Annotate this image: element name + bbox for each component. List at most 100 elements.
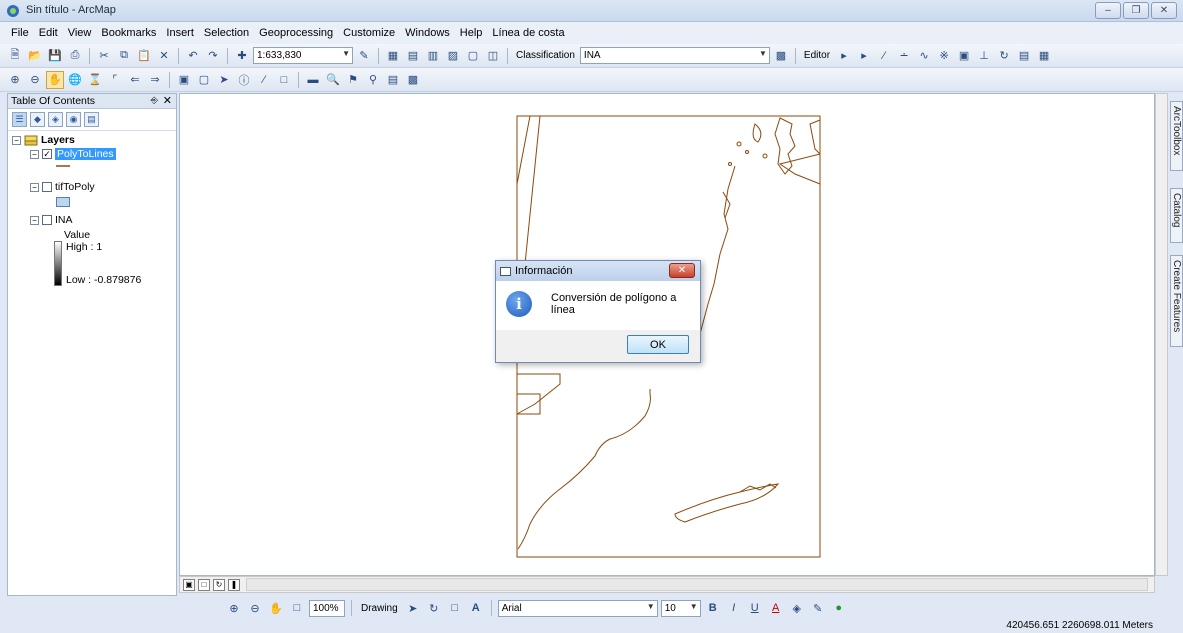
close-icon[interactable]: ✕	[163, 94, 172, 107]
go-to-xy-icon[interactable]: ⚲	[364, 71, 382, 89]
dialog-close-button[interactable]: ✕	[669, 263, 695, 278]
html-popup-icon[interactable]: □	[275, 71, 293, 89]
list-by-visibility-icon[interactable]: ◈	[48, 112, 63, 127]
select-elements-icon[interactable]: ➤	[215, 71, 233, 89]
time-slider-icon[interactable]: ▤	[384, 71, 402, 89]
fill-color-icon[interactable]: ◈	[788, 599, 806, 617]
menu-edit[interactable]: Edit	[34, 27, 63, 39]
sketch-properties-icon[interactable]: ▦	[1035, 47, 1053, 65]
save-icon[interactable]: 💾	[46, 47, 64, 65]
options-icon[interactable]: ▤	[84, 112, 99, 127]
identify-icon[interactable]: ⓘ	[235, 71, 253, 89]
layout-zoom-out-icon[interactable]: ⊖	[246, 599, 264, 617]
minimize-button[interactable]: –	[1095, 2, 1121, 19]
polygon-symbol[interactable]	[56, 197, 70, 207]
editor-menu[interactable]: Editor	[801, 50, 833, 61]
menu-windows[interactable]: Windows	[400, 27, 455, 39]
bold-icon[interactable]: B	[704, 599, 722, 617]
layout-zoom-in-icon[interactable]: ⊕	[225, 599, 243, 617]
forward-arrow-icon[interactable]: ⇒	[146, 71, 164, 89]
menu-bookmarks[interactable]: Bookmarks	[96, 27, 161, 39]
attributes-icon[interactable]: ▤	[1015, 47, 1033, 65]
layer-row-tiftopoly[interactable]: − tifToPoly	[30, 181, 95, 193]
list-by-selection-icon[interactable]: ◉	[66, 112, 81, 127]
pause-drawing-icon[interactable]: ❚	[228, 578, 240, 591]
side-tab-arctoolbox[interactable]: ArcToolbox	[1170, 101, 1183, 171]
layout-pan-icon[interactable]: ✋	[267, 599, 285, 617]
menu-file[interactable]: File	[6, 27, 34, 39]
copy-icon[interactable]: ⧉	[115, 47, 133, 65]
clear-selection-icon[interactable]: ▢	[195, 71, 213, 89]
layer-row-ina[interactable]: − INA	[30, 214, 73, 226]
edit-tool-icon[interactable]: ▸	[835, 47, 853, 65]
pan-icon[interactable]: ✋	[46, 70, 64, 89]
split-icon[interactable]: ※	[935, 47, 953, 65]
table-icon[interactable]: ▦	[384, 47, 402, 65]
menu-help[interactable]: Help	[455, 27, 488, 39]
delete-icon[interactable]: ✕	[155, 47, 173, 65]
python-icon[interactable]: ▢	[464, 47, 482, 65]
menu-view[interactable]: View	[63, 27, 97, 39]
font-color-icon[interactable]: A	[767, 599, 785, 617]
viewer-window-icon[interactable]: ▩	[404, 71, 422, 89]
catalog-icon[interactable]: ▤	[404, 47, 422, 65]
font-combo[interactable]: Arial ▼	[497, 599, 658, 617]
collapse-icon[interactable]: −	[30, 182, 39, 192]
fixed-zoom-out-icon[interactable]: ⌜	[106, 71, 124, 89]
undo-icon[interactable]: ↶	[184, 47, 202, 65]
layers-root-row[interactable]: − Layers	[12, 134, 75, 146]
back-arrow-icon[interactable]: ⇐	[126, 71, 144, 89]
menu-geoprocessing[interactable]: Geoprocessing	[254, 27, 338, 39]
line-color-icon[interactable]: ✎	[809, 599, 827, 617]
layer-combo[interactable]: INA ▼	[579, 47, 770, 64]
vertical-scrollbar[interactable]	[1155, 93, 1168, 576]
collapse-icon[interactable]: −	[30, 149, 39, 159]
zoom-percent-combo[interactable]: 100%	[309, 599, 345, 617]
drawing-menu[interactable]: Drawing	[358, 603, 401, 614]
underline-icon[interactable]: U	[746, 599, 764, 617]
print-icon[interactable]: ⎙	[66, 47, 84, 65]
reshape-icon[interactable]: ▣	[955, 47, 973, 65]
symbology-icon[interactable]: ▩	[772, 47, 790, 65]
add-data-icon[interactable]: ✚	[233, 47, 251, 65]
editor-toolbar-icon[interactable]: ✎	[355, 47, 373, 65]
marker-color-icon[interactable]: ●	[830, 599, 848, 617]
data-view-icon[interactable]: ▣	[183, 578, 195, 591]
layer-visibility-checkbox[interactable]	[42, 182, 52, 192]
open-folder-icon[interactable]: 📂	[26, 47, 44, 65]
model-builder-icon[interactable]: ◫	[484, 47, 502, 65]
select-pointer-icon[interactable]: ➤	[404, 599, 422, 617]
edit-annotation-icon[interactable]: ▸	[855, 47, 873, 65]
hyperlink-icon[interactable]: ⁄	[255, 71, 273, 89]
find-icon[interactable]: 🔍	[324, 71, 342, 89]
collapse-icon[interactable]: −	[30, 215, 39, 225]
zoom-whole-page-icon[interactable]: □	[288, 599, 306, 617]
refresh-icon[interactable]: ↻	[213, 578, 225, 591]
rectangle-icon[interactable]: □	[446, 599, 464, 617]
rotate-icon[interactable]: ↻	[995, 47, 1013, 65]
scale-combo[interactable]: 1:633,830 ▼	[253, 47, 353, 64]
list-by-drawing-order-icon[interactable]: ☰	[12, 112, 27, 127]
find-route-icon[interactable]: ⚑	[344, 71, 362, 89]
new-document-icon[interactable]: 🗎	[6, 47, 24, 65]
layer-row-polytolines[interactable]: − ✓ PolyToLines	[30, 148, 116, 160]
full-extent-icon[interactable]: 🌐	[66, 71, 84, 89]
restore-button[interactable]: ❐	[1123, 2, 1149, 19]
layer-visibility-checkbox[interactable]	[42, 215, 52, 225]
close-button[interactable]: ✕	[1151, 2, 1177, 19]
text-icon[interactable]: A	[467, 599, 485, 617]
end-point-arc-icon[interactable]: ∸	[895, 47, 913, 65]
rotate-icon[interactable]: ↻	[425, 599, 443, 617]
ok-button[interactable]: OK	[627, 335, 689, 354]
cut-polygon-icon[interactable]: ⊥	[975, 47, 993, 65]
layout-view-icon[interactable]: □	[198, 578, 210, 591]
paste-icon[interactable]: 📋	[135, 47, 153, 65]
straight-segment-icon[interactable]: ∕	[875, 47, 893, 65]
menu-linea-de-costa[interactable]: Línea de costa	[487, 27, 569, 39]
measure-icon[interactable]: ▬	[304, 71, 322, 89]
menu-customize[interactable]: Customize	[338, 27, 400, 39]
fixed-zoom-in-icon[interactable]: ⌛	[86, 71, 104, 89]
zoom-out-icon[interactable]: ⊖	[26, 71, 44, 89]
font-size-combo[interactable]: 10 ▼	[660, 599, 701, 617]
trace-icon[interactable]: ∿	[915, 47, 933, 65]
